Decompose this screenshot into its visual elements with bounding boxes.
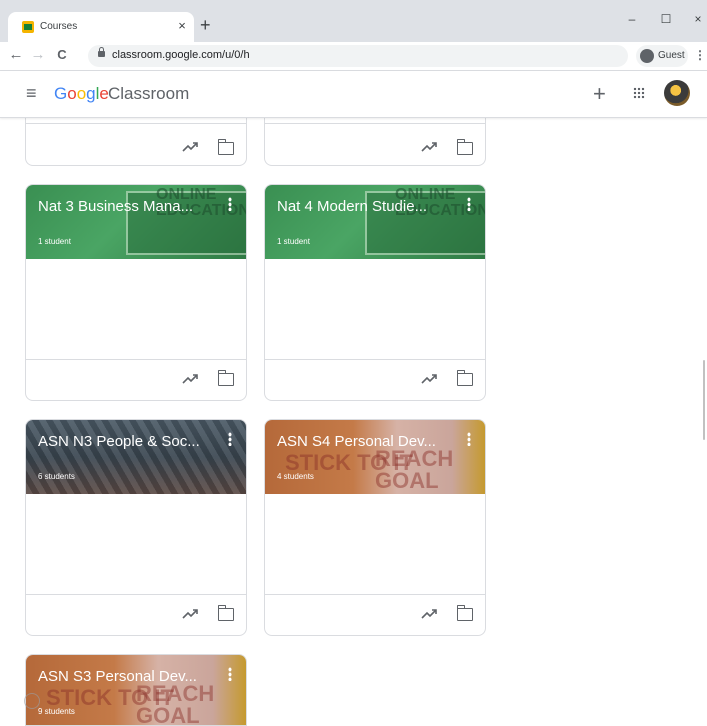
student-count: 9 students bbox=[38, 707, 75, 716]
page-scrollbar[interactable] bbox=[703, 360, 705, 440]
reload-button[interactable]: C bbox=[54, 46, 70, 64]
main-menu-icon[interactable]: ≡ bbox=[26, 83, 37, 104]
course-card-footer bbox=[25, 117, 247, 166]
folder-icon[interactable] bbox=[217, 370, 234, 386]
course-card-footer bbox=[265, 360, 485, 400]
browser-tab-strip: Courses × + – ☐ × bbox=[0, 0, 707, 42]
more-vert-icon[interactable] bbox=[467, 197, 471, 211]
sign-text-right: REACH GOAL bbox=[375, 446, 454, 493]
tab-close-button[interactable]: × bbox=[174, 18, 190, 33]
student-count: 6 students bbox=[38, 472, 75, 481]
forward-button[interactable]: → bbox=[30, 46, 46, 64]
browser-toolbar: ← → C classroom.google.com/u/0/h Guest ⋮ bbox=[0, 42, 707, 71]
course-card-footer bbox=[264, 117, 486, 166]
more-vert-icon[interactable] bbox=[228, 197, 232, 211]
window-maximize-button[interactable]: ☐ bbox=[656, 12, 676, 26]
guest-avatar-icon bbox=[640, 49, 654, 63]
google-apps-icon[interactable] bbox=[633, 87, 645, 99]
folder-icon[interactable] bbox=[217, 139, 234, 155]
help-icon[interactable] bbox=[24, 693, 40, 709]
course-card[interactable]: STICK TO IT REACH GOAL ASN S4 Personal D… bbox=[264, 419, 486, 636]
course-card-body[interactable] bbox=[265, 259, 485, 360]
trending-up-icon[interactable] bbox=[421, 606, 437, 622]
more-vert-icon[interactable] bbox=[228, 667, 232, 681]
tab-courses[interactable]: Courses × bbox=[8, 12, 194, 42]
new-tab-button[interactable]: + bbox=[200, 16, 211, 34]
course-card-header[interactable]: STICK TO IT REACH GOAL ASN S4 Personal D… bbox=[265, 420, 485, 494]
trending-up-icon[interactable] bbox=[421, 139, 437, 155]
more-vert-icon[interactable] bbox=[228, 432, 232, 446]
google-logo[interactable]: Google bbox=[54, 84, 109, 104]
url-text: classroom.google.com/u/0/h bbox=[112, 49, 250, 61]
course-title[interactable]: ASN N3 People & Soc... bbox=[38, 433, 200, 450]
tab-title: Courses bbox=[40, 21, 78, 32]
back-button[interactable]: ← bbox=[8, 46, 24, 64]
course-card[interactable]: STICK TO IT REACH GOAL ASN S3 Personal D… bbox=[25, 654, 247, 726]
folder-icon[interactable] bbox=[217, 605, 234, 621]
course-card-body[interactable] bbox=[265, 494, 485, 595]
account-avatar[interactable] bbox=[664, 80, 690, 106]
course-card-header[interactable]: STICK TO IT REACH GOAL ASN S3 Personal D… bbox=[26, 655, 246, 726]
trending-up-icon[interactable] bbox=[421, 371, 437, 387]
lock-icon bbox=[98, 47, 105, 57]
trending-up-icon[interactable] bbox=[182, 139, 198, 155]
course-card[interactable]: ASN N3 People & Soc... 6 students bbox=[25, 419, 247, 636]
classroom-favicon-icon bbox=[22, 21, 34, 33]
profile-button[interactable]: Guest bbox=[636, 45, 688, 67]
browser-menu-button[interactable]: ⋮ bbox=[694, 48, 706, 62]
course-title[interactable]: ASN S4 Personal Dev... bbox=[277, 433, 436, 450]
course-grid: ONLINE EDUCATION Nat 3 Business Mana... … bbox=[0, 117, 707, 726]
product-name[interactable]: Classroom bbox=[108, 84, 189, 104]
course-title[interactable]: ASN S3 Personal Dev... bbox=[38, 668, 197, 685]
student-count: 1 student bbox=[38, 237, 71, 246]
address-bar[interactable]: classroom.google.com/u/0/h bbox=[88, 45, 628, 67]
course-card-header[interactable]: ASN N3 People & Soc... 6 students bbox=[26, 420, 246, 494]
folder-icon[interactable] bbox=[456, 605, 473, 621]
course-card-body[interactable] bbox=[26, 494, 246, 595]
course-card-header[interactable]: ONLINE EDUCATION Nat 3 Business Mana... … bbox=[26, 185, 246, 259]
course-title[interactable]: Nat 4 Modern Studie... bbox=[277, 198, 427, 215]
student-count: 1 student bbox=[277, 237, 310, 246]
trending-up-icon[interactable] bbox=[182, 606, 198, 622]
course-card-footer bbox=[26, 595, 246, 635]
window-minimize-button[interactable]: – bbox=[622, 12, 642, 26]
course-card-body[interactable] bbox=[26, 259, 246, 360]
course-card-header[interactable]: ONLINE EDUCATION Nat 4 Modern Studie... … bbox=[265, 185, 485, 259]
more-vert-icon[interactable] bbox=[467, 432, 471, 446]
profile-label: Guest bbox=[658, 50, 685, 61]
folder-icon[interactable] bbox=[456, 139, 473, 155]
create-or-join-button[interactable]: + bbox=[593, 81, 606, 107]
trending-up-icon[interactable] bbox=[182, 371, 198, 387]
course-card-footer bbox=[265, 595, 485, 635]
course-card[interactable]: ONLINE EDUCATION Nat 4 Modern Studie... … bbox=[264, 184, 486, 401]
sign-text-right: REACH GOAL bbox=[136, 681, 215, 726]
course-card-footer bbox=[26, 360, 246, 400]
window-close-button[interactable]: × bbox=[688, 12, 707, 26]
student-count: 4 students bbox=[277, 472, 314, 481]
course-card[interactable]: ONLINE EDUCATION Nat 3 Business Mana... … bbox=[25, 184, 247, 401]
course-title[interactable]: Nat 3 Business Mana... bbox=[38, 198, 193, 215]
classroom-header: ≡ Google Classroom + bbox=[0, 71, 707, 118]
folder-icon[interactable] bbox=[456, 370, 473, 386]
